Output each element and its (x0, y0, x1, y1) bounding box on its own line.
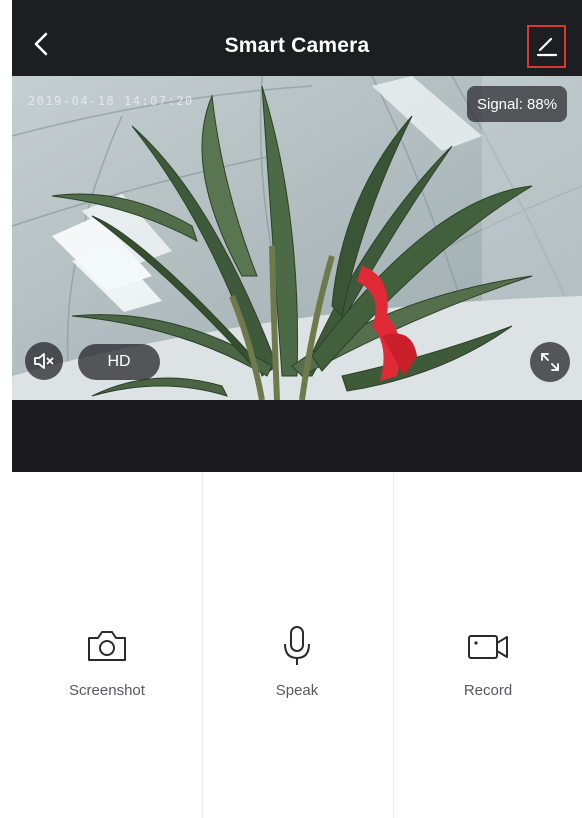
speaker-muted-icon (34, 353, 54, 369)
speak-label: Speak (275, 682, 319, 699)
speak-button[interactable]: Speak (202, 622, 392, 712)
pencil-icon (536, 37, 557, 56)
page-title: Smart Camera (224, 34, 370, 57)
camera-video-feed[interactable]: 2019-04-18 14:07:20 Signal: 88% HD (12, 76, 582, 400)
signal-strength-badge: Signal: 88% (467, 86, 568, 122)
edit-button[interactable] (527, 25, 566, 68)
screenshot-label: Screenshot (69, 682, 145, 699)
video-bottom-band (12, 400, 582, 472)
microphone-icon (284, 626, 310, 665)
record-button[interactable]: Record (393, 622, 582, 712)
quality-toggle-button[interactable]: HD (78, 344, 160, 380)
fullscreen-icon (541, 353, 559, 371)
smart-camera-screen: Smart Camera 2019-04-18 14:07:20 Signal:… (12, 0, 582, 818)
camera-controls-panel: Screenshot Speak Record (12, 472, 582, 818)
fullscreen-button[interactable] (530, 342, 570, 382)
camera-icon (88, 631, 126, 661)
nav-header: Smart Camera (12, 0, 582, 76)
video-camera-icon (468, 635, 508, 659)
mute-button[interactable] (25, 342, 63, 380)
screenshot-button[interactable]: Screenshot (12, 622, 202, 712)
video-timestamp: 2019-04-18 14:07:20 (28, 94, 194, 108)
record-label: Record (463, 682, 513, 699)
